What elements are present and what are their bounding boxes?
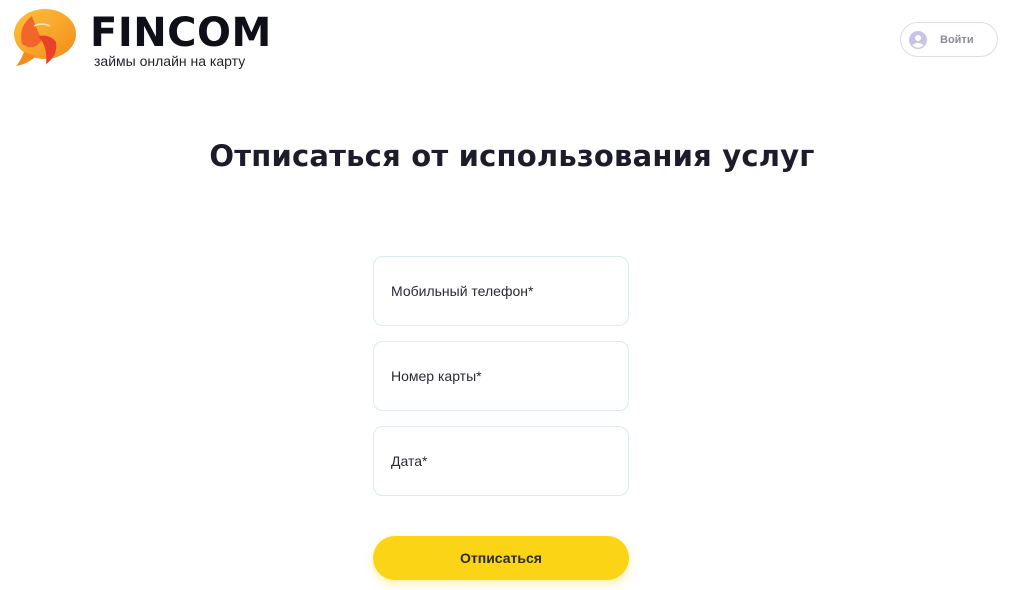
phone-input[interactable] [374,257,628,325]
page-title: Отписаться от использования услуг [209,139,815,173]
logo-name: FINCOM [90,10,272,56]
logo-tagline: займы онлайн на карту [94,53,246,69]
logo-link[interactable]: FINCOM займы онлайн на карту [12,6,271,70]
date-input[interactable] [374,427,628,495]
card-number-input[interactable] [374,342,628,410]
date-field [373,426,629,496]
login-button[interactable]: Войти [900,22,998,57]
card-number-field [373,341,629,411]
unsubscribe-button[interactable]: Отписаться [373,536,629,580]
unsubscribe-form [373,256,629,511]
user-circle-icon [909,30,927,49]
phone-field [373,256,629,326]
login-label: Войти [940,33,974,46]
site-header: FINCOM займы онлайн на карту Войти [0,0,1024,80]
speech-bubble-leaf-icon [14,9,76,66]
